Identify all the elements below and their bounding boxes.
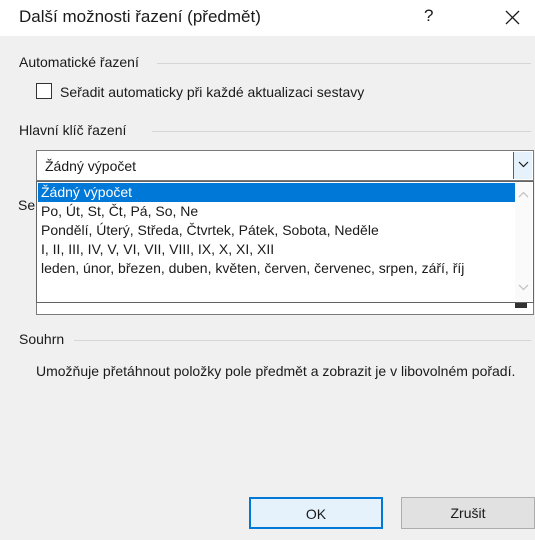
options-scrollbar[interactable] <box>515 183 532 301</box>
section-divider <box>157 63 531 64</box>
option-item[interactable]: Pondělí, Úterý, Středa, Čtvrtek, Pátek, … <box>38 221 515 240</box>
option-item[interactable]: Po, Út, St, Čt, Pá, So, Ne <box>38 202 515 221</box>
auto-sort-section-label: Automatické řazení <box>19 54 139 70</box>
chevron-down-icon <box>518 161 529 168</box>
dropdown-toggle-button[interactable] <box>513 152 532 179</box>
ok-button[interactable]: OK <box>249 497 383 529</box>
dialog-title: Další možnosti řazení (předmět) <box>19 7 261 26</box>
scroll-down-icon <box>518 284 529 291</box>
scroll-up-icon <box>518 191 529 198</box>
option-item[interactable]: Žádný výpočet <box>38 183 515 202</box>
main-key-selected-value: Žádný výpočet <box>45 158 137 174</box>
section-divider <box>74 340 531 341</box>
auto-sort-checkbox-label[interactable]: Seřadit automaticky při každé aktualizac… <box>60 84 364 100</box>
option-item[interactable]: I, II, III, IV, V, VI, VII, VIII, IX, X,… <box>38 240 515 259</box>
cancel-button[interactable]: Zrušit <box>401 497 535 529</box>
main-key-options-list[interactable]: Žádný výpočet Po, Út, St, Čt, Pá, So, Ne… <box>36 181 534 303</box>
help-button[interactable]: ? <box>424 6 433 26</box>
main-key-dropdown[interactable]: Žádný výpočet <box>36 150 534 181</box>
option-item[interactable]: leden, únor, březen, duben, květen, červ… <box>38 259 515 278</box>
summary-section-label: Souhrn <box>19 331 65 347</box>
dialog-titlebar: Další možnosti řazení (předmět) ? <box>0 0 535 36</box>
main-key-section-label: Hlavní klíč řazení <box>19 122 127 138</box>
auto-sort-checkbox[interactable] <box>36 83 52 99</box>
hidden-section-label-fragment: Se <box>18 197 36 213</box>
close-button[interactable] <box>498 4 526 30</box>
summary-text: Umožňuje přetáhnout položky pole předmět… <box>36 363 516 379</box>
close-icon <box>505 10 520 25</box>
section-divider <box>152 131 531 132</box>
